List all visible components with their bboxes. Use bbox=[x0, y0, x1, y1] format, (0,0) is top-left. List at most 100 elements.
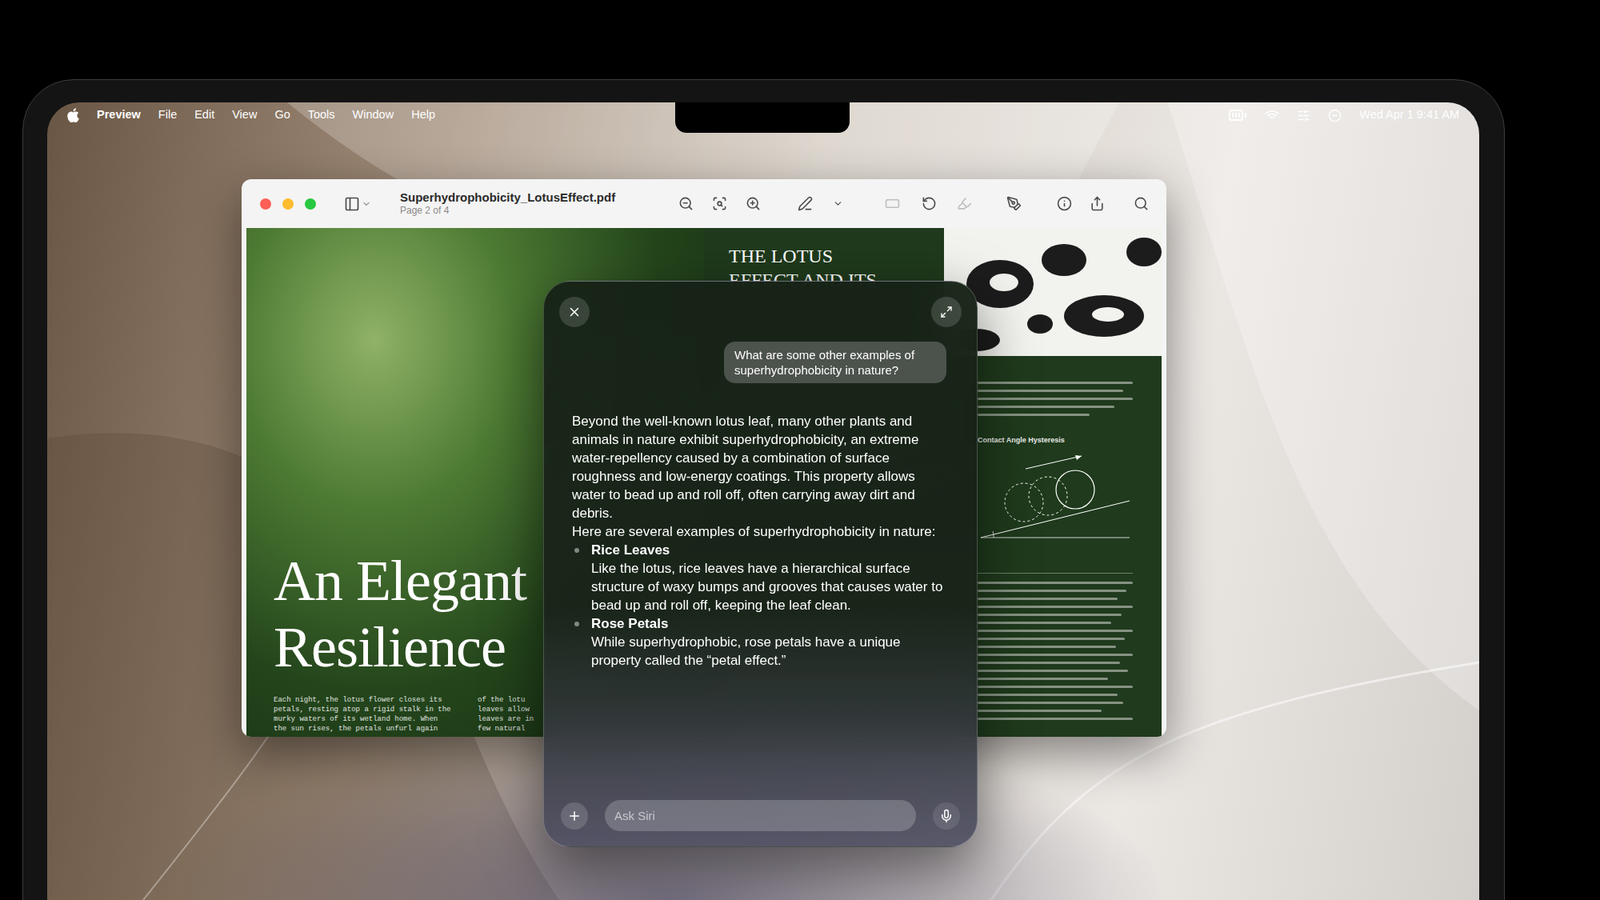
siri-header bbox=[544, 281, 977, 328]
menu-item[interactable]: Edit bbox=[194, 106, 215, 124]
text-line bbox=[977, 581, 1133, 584]
close-icon bbox=[567, 304, 582, 320]
toolbar-button[interactable] bbox=[796, 196, 813, 212]
control-center-icon[interactable] bbox=[1296, 108, 1311, 123]
lower-text bbox=[977, 581, 1133, 720]
menu-clock[interactable]: Wed Apr 1 9:41 AM bbox=[1359, 106, 1460, 124]
example-item: Rose PetalsWhile superhydrophobic, rose … bbox=[572, 614, 945, 670]
menu-item[interactable]: File bbox=[158, 106, 177, 124]
response-lead: Here are several examples of superhydrop… bbox=[572, 522, 945, 541]
text-line bbox=[977, 653, 1133, 656]
minimize-window-button[interactable] bbox=[282, 198, 294, 210]
zoom-in-icon bbox=[745, 196, 761, 212]
menu-item[interactable]: Help bbox=[411, 106, 436, 124]
toolbar-button[interactable] bbox=[1005, 196, 1022, 212]
toolbar-button[interactable] bbox=[920, 196, 937, 212]
apple-logo-icon[interactable] bbox=[67, 108, 80, 123]
text-line bbox=[977, 669, 1128, 672]
desktop-scene: Preview File Edit View Go Tools Window Help Wed … bbox=[0, 0, 1600, 900]
attach-button[interactable] bbox=[560, 802, 588, 830]
app-menu[interactable]: Preview bbox=[96, 106, 141, 124]
toolbar-button[interactable] bbox=[829, 196, 846, 212]
page-body-line: the sun rises, the petals unfurl again bbox=[273, 724, 472, 734]
ask-siri-input[interactable] bbox=[604, 800, 916, 832]
example-name: Rice Leaves bbox=[591, 540, 945, 560]
markup-pen-icon bbox=[797, 196, 813, 212]
notch bbox=[675, 102, 850, 133]
page-body-line: Each night, the lotus flower closes its bbox=[273, 695, 472, 705]
text-line bbox=[977, 405, 1115, 408]
page-body-line: leaves allow bbox=[477, 704, 542, 715]
page-body-line: few natural bbox=[477, 724, 542, 734]
toolbar-button[interactable] bbox=[744, 196, 761, 212]
zoom-window-button[interactable] bbox=[304, 198, 316, 210]
mic-icon bbox=[939, 808, 954, 824]
examples-list: Rice LeavesLike the lotus, rice leaves h… bbox=[572, 540, 945, 670]
toolbar-button[interactable] bbox=[1132, 196, 1149, 212]
siri-close-button[interactable] bbox=[559, 296, 590, 328]
info-icon bbox=[1056, 196, 1072, 212]
page-body-line: murky waters of its wetland home. When bbox=[273, 714, 472, 724]
mic-button[interactable] bbox=[932, 802, 960, 830]
text-line bbox=[977, 717, 1133, 720]
text-line bbox=[977, 645, 1116, 648]
text-line bbox=[977, 685, 1133, 688]
text-line bbox=[977, 597, 1118, 600]
sidebar-chevron-icon bbox=[361, 199, 372, 209]
text-line bbox=[977, 381, 1133, 384]
page-body-column: Each night, the lotus flower closes itsp… bbox=[273, 695, 472, 734]
text-line bbox=[977, 677, 1108, 680]
sidebar-toggle[interactable] bbox=[344, 196, 372, 212]
siri-panel: What are some other examples of superhyd… bbox=[543, 280, 978, 848]
close-window-button[interactable] bbox=[260, 198, 272, 210]
article-title-line: THE LOTUS bbox=[728, 244, 877, 268]
text-line bbox=[977, 605, 1133, 608]
window-title: Superhydrophobicity_LotusEffect.pdf bbox=[400, 190, 678, 206]
text-line bbox=[977, 661, 1120, 664]
menu-item[interactable]: Window bbox=[352, 106, 395, 124]
toolbar-button[interactable] bbox=[956, 196, 972, 212]
bullet-dot bbox=[574, 548, 580, 553]
toolbar-button[interactable] bbox=[1088, 196, 1105, 212]
text-lines bbox=[977, 381, 1133, 416]
zoom-out-icon bbox=[678, 196, 694, 212]
toolbar-button[interactable] bbox=[677, 196, 694, 212]
bullet-dot bbox=[574, 621, 580, 627]
response-intro: Beyond the well-known lotus leaf, many o… bbox=[572, 412, 945, 523]
menu-item[interactable]: Go bbox=[274, 106, 290, 124]
page-body-line: leaves are in bbox=[477, 714, 542, 724]
markup-chevron-icon bbox=[832, 198, 844, 209]
sidebar-icon bbox=[344, 196, 360, 212]
title-block: Superhydrophobicity_LotusEffect.pdfPage … bbox=[400, 190, 678, 218]
siri-expand-button[interactable] bbox=[931, 296, 962, 328]
section-divider bbox=[977, 572, 1133, 574]
window-subtitle: Page 2 of 4 bbox=[400, 204, 678, 217]
text-line bbox=[977, 613, 1122, 616]
toolbar-button[interactable] bbox=[1056, 196, 1072, 212]
text-lines bbox=[977, 581, 1133, 720]
title-bar: Superhydrophobicity_LotusEffect.pdfPage … bbox=[241, 179, 1167, 228]
battery-icon[interactable] bbox=[1228, 105, 1248, 125]
wifi-icon[interactable] bbox=[1264, 108, 1280, 123]
screen: Preview File Edit View Go Tools Window Help Wed … bbox=[47, 102, 1480, 900]
menu-item[interactable]: View bbox=[232, 106, 257, 124]
page-body-line: petals, resting atop a rigid stalk in th… bbox=[273, 704, 472, 715]
toolbar-button[interactable] bbox=[711, 196, 728, 212]
example-body: Rice LeavesLike the lotus, rice leaves h… bbox=[591, 540, 945, 615]
example-text: While superhydrophobic, rose petals have… bbox=[591, 632, 945, 670]
text-line bbox=[977, 629, 1133, 632]
text-line bbox=[977, 709, 1102, 712]
search-icon bbox=[1133, 196, 1149, 212]
siri-input-row bbox=[544, 790, 977, 847]
page-body-column: of the lotuleaves allowleaves are infew … bbox=[477, 695, 542, 734]
text-line bbox=[977, 397, 1133, 400]
focus-icon[interactable] bbox=[1328, 108, 1342, 123]
example-body: Rose PetalsWhile superhydrophobic, rose … bbox=[591, 614, 945, 670]
example-item: Rice LeavesLike the lotus, rice leaves h… bbox=[572, 540, 945, 615]
menu-bar-left: Preview File Edit View Go Tools Window Help bbox=[67, 106, 436, 124]
text-line bbox=[977, 693, 1118, 696]
text-line bbox=[977, 701, 1124, 704]
rotate-icon bbox=[921, 196, 937, 212]
menu-item[interactable]: Tools bbox=[308, 106, 336, 124]
toolbar-button[interactable] bbox=[884, 196, 900, 212]
